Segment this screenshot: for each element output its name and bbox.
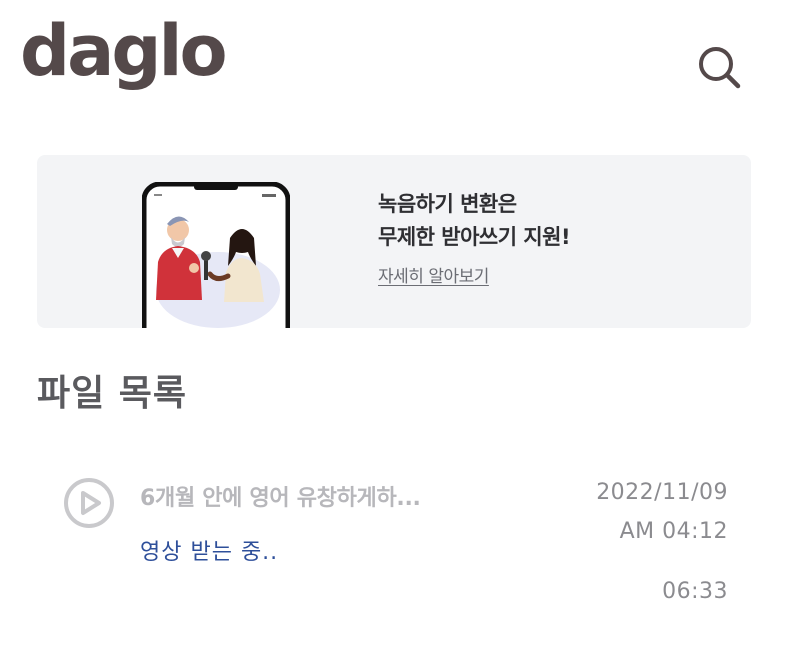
file-time: AM 04:12 <box>619 519 728 544</box>
banner-headline-line2: 무제한 받아쓰기 지원! <box>378 225 571 249</box>
phone-illustration <box>142 182 290 328</box>
app-logo: daglo <box>20 10 228 92</box>
file-list-title: 파일 목록 <box>37 373 188 414</box>
banner-headline-line1: 녹음하기 변환은 <box>378 192 517 216</box>
file-date: 2022/11/09 <box>596 480 728 505</box>
file-name: 6개월 안에 영어 유창하게하... <box>140 486 421 511</box>
play-circle-icon[interactable] <box>62 476 116 530</box>
promo-banner[interactable]: 녹음하기 변환은 무제한 받아쓰기 지원! 자세히 알아보기 <box>37 155 751 328</box>
search-icon <box>699 47 741 89</box>
search-button[interactable] <box>694 42 746 94</box>
file-status: 영상 받는 중.. <box>140 540 279 565</box>
learn-more-link[interactable]: 자세히 알아보기 <box>378 262 489 287</box>
file-list-item[interactable]: 6개월 안에 영어 유창하게하... 영상 받는 중.. 2022/11/09 … <box>40 462 740 612</box>
file-duration: 06:33 <box>662 579 728 604</box>
